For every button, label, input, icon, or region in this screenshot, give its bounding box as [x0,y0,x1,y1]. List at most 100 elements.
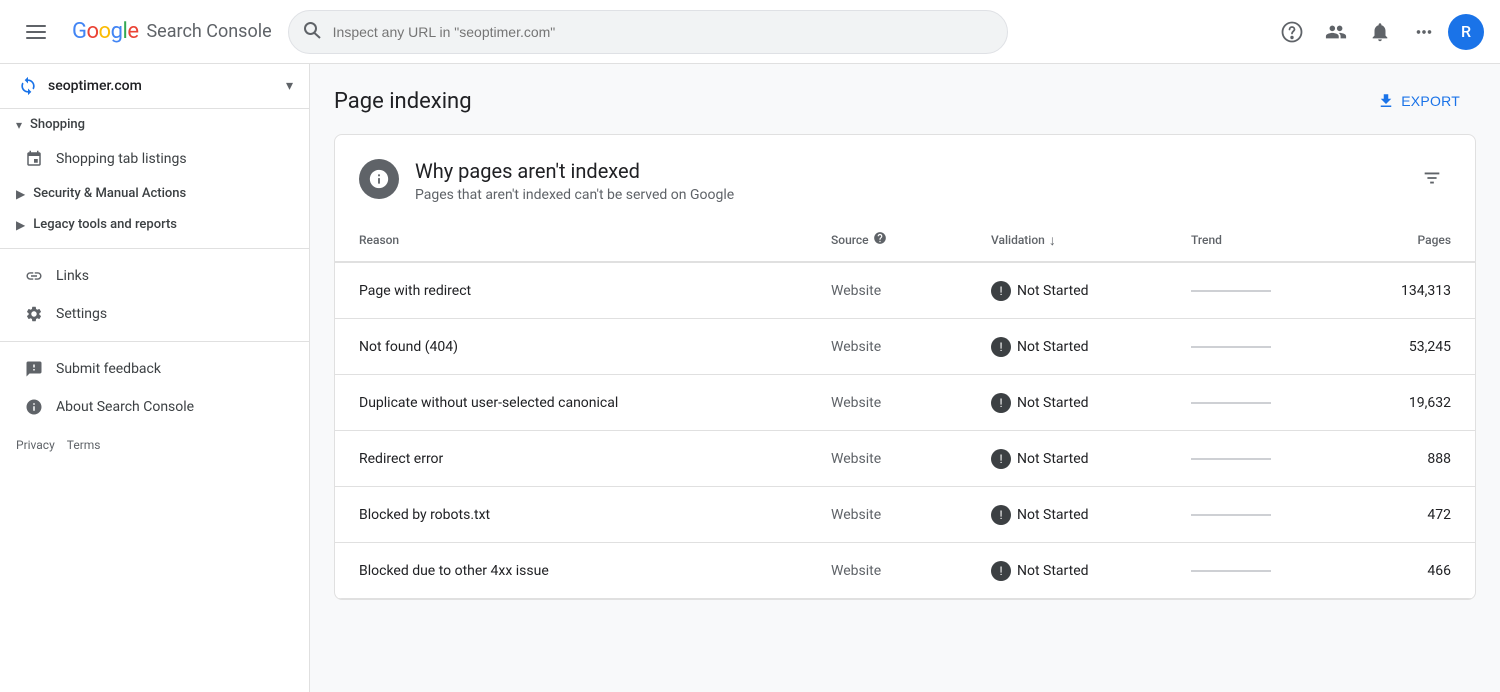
property-dropdown-icon[interactable]: ▾ [286,78,293,94]
cell-validation-5: ! Not Started [991,561,1191,581]
sort-arrow-icon: ↓ [1049,232,1056,249]
sidebar-item-about[interactable]: About Search Console [0,388,293,426]
cell-reason-4: Blocked by robots.txt [359,507,831,523]
cell-reason-2: Duplicate without user-selected canonica… [359,395,831,411]
source-help-icon[interactable] [873,231,887,249]
table-row[interactable]: Blocked by robots.txt Website ! Not Star… [335,487,1475,543]
cell-source-2: Website [831,395,991,411]
table-row[interactable]: Redirect error Website ! Not Started [335,431,1475,487]
card-subtitle: Pages that aren't indexed can't be serve… [415,187,1397,203]
sidebar-group-shopping: ▾ Shopping Shopping tab listings [0,109,309,178]
cell-reason-1: Not found (404) [359,339,831,355]
validation-badge-1: ! Not Started [991,337,1089,357]
cell-trend-3 [1191,447,1351,471]
help-button[interactable] [1272,12,1312,52]
shopping-chevron-icon: ▾ [16,118,22,132]
cell-pages-0: 134,313 [1351,283,1451,299]
info-icon [24,398,44,416]
header-validation[interactable]: Validation ↓ [991,231,1191,249]
table-row[interactable]: Blocked due to other 4xx issue Website !… [335,543,1475,599]
sidebar-group-security: ▶ Security & Manual Actions [0,178,309,209]
badge-dot-3: ! [991,449,1011,469]
cell-source-3: Website [831,451,991,467]
sidebar-item-submit-feedback[interactable]: Submit feedback [0,350,293,388]
terms-link[interactable]: Terms [67,438,101,452]
cell-pages-5: 466 [1351,563,1451,579]
cell-source-1: Website [831,339,991,355]
sidebar-divider-2 [0,341,309,342]
export-button[interactable]: EXPORT [1361,84,1476,118]
table-row[interactable]: Duplicate without user-selected canonica… [335,375,1475,431]
header-source: Source [831,231,991,249]
about-label: About Search Console [56,399,194,415]
sidebar-group-legacy-header[interactable]: ▶ Legacy tools and reports [0,209,309,240]
sidebar-group-security-header[interactable]: ▶ Security & Manual Actions [0,178,309,209]
badge-text-5: Not Started [1017,563,1089,579]
table: Reason Source Validation [335,219,1475,599]
feedback-icon [24,360,44,378]
cell-validation-1: ! Not Started [991,337,1191,357]
sidebar-group-legacy: ▶ Legacy tools and reports [0,209,309,240]
google-logo[interactable]: Google Search Console [72,19,272,44]
sidebar-item-shopping-tab-listings[interactable]: Shopping tab listings [0,140,293,178]
hamburger-menu-button[interactable] [16,12,56,52]
badge-text-1: Not Started [1017,339,1089,355]
cell-source-0: Website [831,283,991,299]
card-header: Why pages aren't indexed Pages that aren… [335,135,1475,219]
sidebar-item-links[interactable]: Links [0,257,293,295]
sidebar: seoptimer.com ▾ ▾ Shopping [0,64,310,692]
property-selector[interactable]: seoptimer.com ▾ [0,64,309,109]
trend-chart-2 [1191,391,1271,415]
shopping-tab-listings-label: Shopping tab listings [56,151,187,167]
trend-chart-1 [1191,335,1271,359]
badge-text-0: Not Started [1017,283,1089,299]
settings-label: Settings [56,306,107,322]
cell-pages-1: 53,245 [1351,339,1451,355]
page-header: Page indexing EXPORT [334,84,1476,118]
url-inspection-input[interactable] [288,10,1008,54]
cell-trend-4 [1191,503,1351,527]
filter-icon[interactable] [1413,159,1451,202]
cell-validation-4: ! Not Started [991,505,1191,525]
apps-button[interactable] [1404,12,1444,52]
card-info-icon [359,159,399,199]
cell-reason-3: Redirect error [359,451,831,467]
property-name: seoptimer.com [48,78,278,94]
cell-reason-5: Blocked due to other 4xx issue [359,563,831,579]
privacy-link[interactable]: Privacy [16,438,55,452]
links-icon [24,267,44,285]
why-not-indexed-card: Why pages aren't indexed Pages that aren… [334,134,1476,600]
validation-badge-2: ! Not Started [991,393,1089,413]
sidebar-group-shopping-header[interactable]: ▾ Shopping [0,109,309,140]
security-group-label: Security & Manual Actions [33,186,186,201]
badge-text-3: Not Started [1017,451,1089,467]
sidebar-item-settings[interactable]: Settings [0,295,293,333]
cell-trend-0 [1191,279,1351,303]
links-label: Links [56,268,89,284]
user-avatar[interactable]: R [1448,14,1484,50]
legacy-chevron-icon: ▶ [16,218,25,232]
trend-chart-3 [1191,447,1271,471]
sidebar-divider-1 [0,248,309,249]
validation-badge-3: ! Not Started [991,449,1089,469]
validation-badge-5: ! Not Started [991,561,1089,581]
cell-pages-2: 19,632 [1351,395,1451,411]
cell-pages-4: 472 [1351,507,1451,523]
table-row[interactable]: Page with redirect Website ! Not Started [335,263,1475,319]
url-inspection-bar[interactable] [288,10,1008,54]
badge-dot-1: ! [991,337,1011,357]
export-label: EXPORT [1401,93,1460,109]
sidebar-section: ▾ Shopping Shopping tab listings [0,109,309,464]
badge-dot-5: ! [991,561,1011,581]
app-name: Search Console [146,21,271,42]
settings-icon [24,305,44,323]
notifications-button[interactable] [1360,12,1400,52]
table-row[interactable]: Not found (404) Website ! Not Started [335,319,1475,375]
cell-trend-1 [1191,335,1351,359]
badge-text-2: Not Started [1017,395,1089,411]
shopping-group-label: Shopping [30,117,85,132]
badge-dot-4: ! [991,505,1011,525]
search-console-users-button[interactable] [1316,12,1356,52]
cell-pages-3: 888 [1351,451,1451,467]
page-title: Page indexing [334,89,472,114]
